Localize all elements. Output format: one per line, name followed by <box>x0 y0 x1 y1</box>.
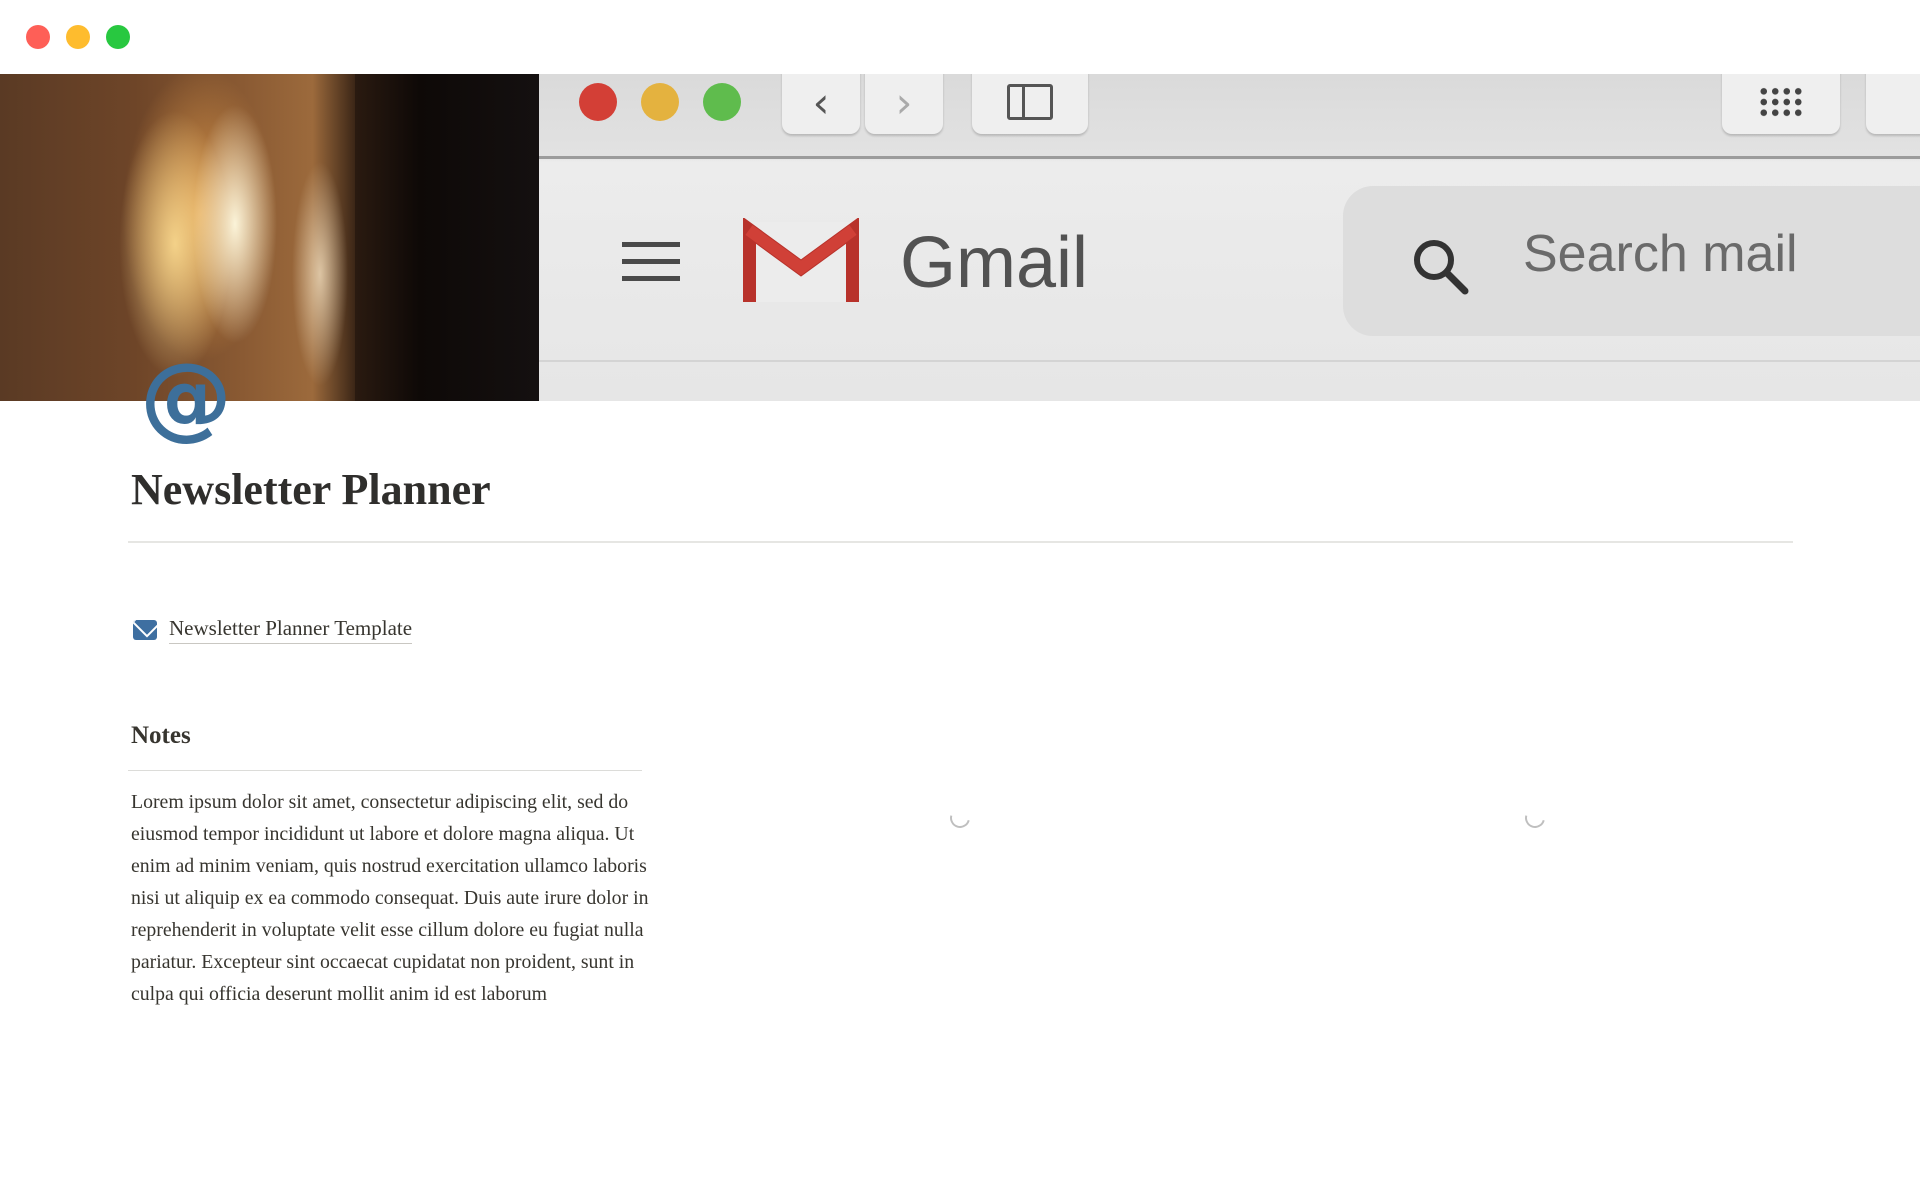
maximize-window-button[interactable] <box>106 25 130 49</box>
page-link-newsletter-template[interactable]: Newsletter Planner Template <box>133 616 413 644</box>
cover-minimize-dot <box>641 83 679 121</box>
page-title[interactable]: Newsletter Planner <box>131 464 491 515</box>
back-icon: ‹ <box>782 74 860 134</box>
loading-spinner-icon <box>946 804 974 832</box>
at-sign-icon[interactable]: @ <box>140 351 232 443</box>
notes-body-text[interactable]: Lorem ipsum dolor sit amet, consectetur … <box>131 786 651 1010</box>
minimize-window-button[interactable] <box>66 25 90 49</box>
loading-spinner-icon <box>1521 804 1549 832</box>
apps-grid-icon <box>1722 74 1840 134</box>
notes-heading: Notes <box>131 722 191 749</box>
cover-header-divider <box>539 360 1920 362</box>
cover-toolbar-divider <box>539 156 1920 159</box>
sidebar-icon <box>972 74 1088 134</box>
close-window-button[interactable] <box>26 25 50 49</box>
window-title-bar <box>0 0 1920 74</box>
cover-extra-button <box>1866 74 1920 134</box>
title-divider <box>128 541 1793 543</box>
envelope-icon <box>133 620 157 640</box>
cover-maximize-dot <box>703 83 741 121</box>
forward-icon: › <box>865 74 943 134</box>
page-link-label[interactable]: Newsletter Planner Template <box>169 616 413 644</box>
cover-close-dot <box>579 83 617 121</box>
page-cover-image[interactable]: ‹ › Gmail Search mail <box>0 74 1920 401</box>
menu-icon <box>622 242 680 282</box>
search-mail-text: Search mail <box>1523 225 1798 283</box>
search-icon <box>1414 240 1469 295</box>
cover-dark-edge <box>355 74 539 401</box>
notes-divider <box>128 770 642 771</box>
gmail-wordmark: Gmail <box>900 223 1089 303</box>
gmail-logo-icon <box>743 218 859 302</box>
